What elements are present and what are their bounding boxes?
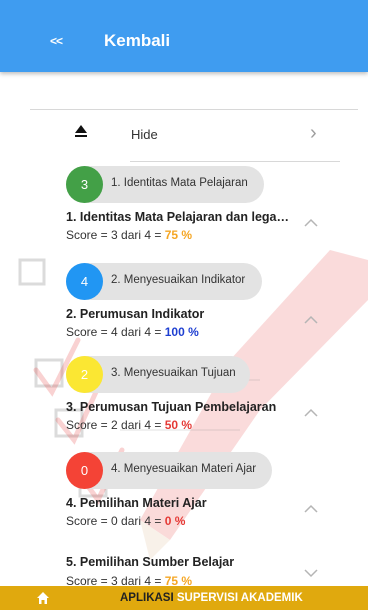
item-score: Score = 4 dari 4 = 100 % [66, 325, 199, 339]
criteria-pill[interactable]: 0 4. Menyesuaikan Materi Ajar [66, 452, 272, 489]
score-badge: 0 [66, 452, 103, 489]
score-badge: 4 [66, 263, 103, 300]
eject-icon [75, 125, 87, 137]
score-badge: 2 [66, 356, 103, 393]
back-button[interactable]: << [50, 34, 63, 48]
chevron-down-icon[interactable] [304, 569, 318, 578]
pill-label: 4. Menyesuaikan Materi Ajar [111, 463, 257, 475]
criteria-pill[interactable]: 4 2. Menyesuaikan Indikator [66, 263, 262, 300]
app-name: APLIKASI SUPERVISI AKADEMIK [120, 592, 303, 604]
item-score: Score = 2 dari 4 = 50 % [66, 418, 192, 432]
criteria-section: 2 3. Menyesuaikan Tujuan 3. Perumusan Tu… [0, 356, 368, 453]
score-text: Score = 2 dari 4 = [66, 418, 165, 432]
app-header: << Kembali [0, 0, 368, 72]
chevron-up-icon[interactable] [304, 315, 318, 324]
score-text: Score = 3 dari 4 = [66, 228, 165, 242]
hide-label: Hide [131, 127, 158, 142]
app-name-part1: APLIKASI [120, 592, 174, 604]
pill-label: 2. Menyesuaikan Indikator [111, 274, 246, 286]
score-percent: 75 % [164, 228, 193, 242]
score-badge: 3 [66, 166, 103, 203]
item-title: 4. Pemilihan Materi Ajar [66, 496, 207, 510]
header-title[interactable]: Kembali [104, 31, 170, 51]
item-title: 1. Identitas Mata Pelajaran dan legalita… [66, 210, 292, 224]
item-score: Score = 3 dari 4 = 75 % [66, 228, 192, 242]
home-icon[interactable] [36, 591, 50, 605]
chevron-up-icon[interactable] [304, 218, 318, 227]
score-percent: 50 % [164, 418, 193, 432]
app-name-part2: SUPERVISI AKADEMIK [176, 592, 303, 604]
criteria-section: 4 2. Menyesuaikan Indikator 2. Perumusan… [0, 263, 368, 360]
divider [130, 161, 340, 162]
item-title: 3. Perumusan Tujuan Pembelajaran [66, 400, 277, 414]
item-title: 5. Pemilihan Sumber Belajar [66, 555, 235, 569]
score-text: Score = 4 dari 4 = [66, 325, 165, 339]
criteria-pill[interactable]: 2 3. Menyesuaikan Tujuan [66, 356, 250, 393]
item-title: 2. Perumusan Indikator [66, 307, 205, 321]
scroll-content[interactable]: Hide › 3 1. Identitas Mata Pelajaran 1. … [0, 72, 368, 588]
pill-label: 1. Identitas Mata Pelajaran [111, 177, 248, 189]
criteria-pill[interactable]: 3 1. Identitas Mata Pelajaran [66, 166, 264, 203]
pill-label: 3. Menyesuaikan Tujuan [111, 367, 236, 379]
bottom-app-bar: APLIKASI SUPERVISI AKADEMIK [0, 586, 368, 610]
score-percent: 100 % [164, 325, 199, 339]
hide-toggle-row[interactable]: Hide › [30, 110, 358, 162]
chevron-right-icon: › [310, 122, 317, 144]
criteria-section: 3 1. Identitas Mata Pelajaran 1. Identit… [0, 166, 368, 263]
chevron-up-icon[interactable] [304, 408, 318, 417]
